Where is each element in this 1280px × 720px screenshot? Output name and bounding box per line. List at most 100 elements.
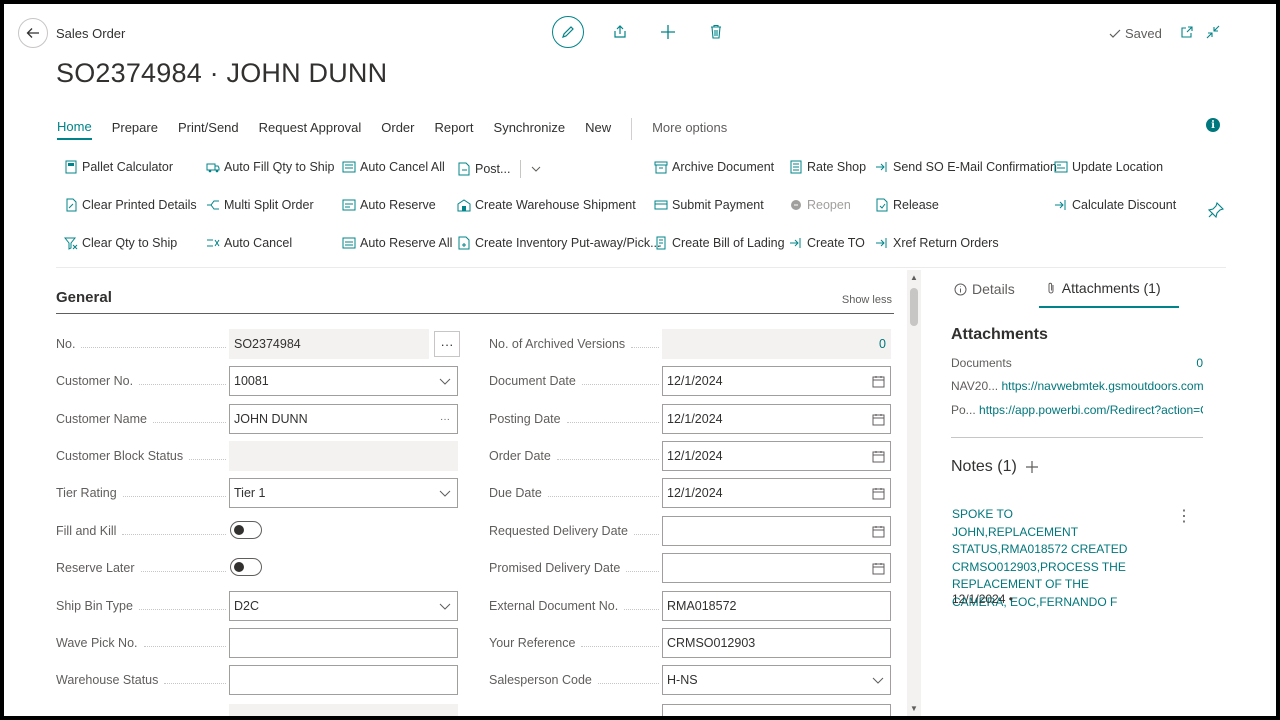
pallet-calculator-action[interactable]: Pallet Calculator: [64, 160, 173, 174]
reopen-action[interactable]: Reopen: [789, 198, 851, 212]
create-inventory-putaway-label: Create Inventory Put-away/Pick...: [475, 236, 661, 250]
clear-filter-icon: [64, 236, 78, 250]
ship-bin-type-select[interactable]: D2C: [229, 591, 458, 621]
customer-name-field[interactable]: JOHN DUNN ···: [229, 404, 458, 434]
xref-return-orders-action[interactable]: Xref Return Orders: [875, 236, 999, 250]
edit-button[interactable]: [552, 16, 584, 48]
field-label-ship-bin-type: Ship Bin Type: [56, 591, 226, 621]
tab-details[interactable]: Details: [950, 274, 1019, 308]
tab-attachments[interactable]: Attachments (1): [1038, 274, 1179, 308]
auto-reserve-action[interactable]: Auto Reserve: [342, 198, 436, 212]
clear-qty-to-ship-action[interactable]: Clear Qty to Ship: [64, 236, 177, 250]
calendar-icon: [870, 485, 886, 501]
tier-rating-select[interactable]: Tier 1: [229, 478, 458, 508]
due-date-field[interactable]: 12/1/2024: [662, 478, 891, 508]
create-warehouse-shipment-action[interactable]: Create Warehouse Shipment: [457, 198, 636, 212]
posting-date-field[interactable]: 12/1/2024: [662, 404, 891, 434]
reserve-all-icon: [342, 236, 356, 250]
submit-payment-action[interactable]: Submit Payment: [654, 198, 764, 212]
order-date-field[interactable]: 12/1/2024: [662, 441, 891, 471]
customer-block-status-field: [229, 441, 458, 471]
reserve-later-toggle[interactable]: [230, 558, 262, 576]
delete-button[interactable]: [704, 20, 728, 44]
no-assist-button[interactable]: ···: [434, 331, 460, 357]
your-reference-field[interactable]: CRMSO012903: [662, 628, 891, 658]
create-bill-of-lading-label: Create Bill of Lading: [672, 236, 785, 250]
wave-pick-no-field[interactable]: [229, 628, 458, 658]
chevron-down-icon[interactable]: [531, 164, 541, 174]
auto-reserve-all-action[interactable]: Auto Reserve All: [342, 236, 452, 250]
fill-and-kill-toggle[interactable]: [230, 521, 262, 539]
discount-arrow-icon: [1054, 198, 1068, 212]
release-action[interactable]: Release: [875, 198, 939, 212]
add-note-icon[interactable]: [1025, 460, 1039, 474]
tab-print-send[interactable]: Print/Send: [178, 120, 239, 139]
update-location-action[interactable]: Update Location: [1054, 160, 1163, 174]
general-section-header: General Show less: [56, 286, 894, 314]
send-so-email-action[interactable]: Send SO E-Mail Confirmation: [875, 160, 1057, 174]
document-edit-icon: [64, 198, 78, 212]
bill-icon: [654, 236, 668, 250]
salesperson-code-select[interactable]: H-NS: [662, 665, 891, 695]
post-action[interactable]: Post...: [457, 160, 541, 178]
back-button[interactable]: [18, 18, 48, 48]
field-label-order-date: Order Date: [489, 441, 659, 471]
chevron-down-icon: [437, 598, 453, 614]
rate-shop-action[interactable]: Rate Shop: [789, 160, 866, 174]
auto-cancel-action[interactable]: Auto Cancel: [206, 236, 292, 250]
documents-count[interactable]: 0: [1196, 356, 1203, 370]
auto-cancel-all-action[interactable]: Auto Cancel All: [342, 160, 445, 174]
scroll-down-icon[interactable]: ▼: [910, 704, 918, 713]
inventory-icon: [457, 236, 471, 250]
tab-request-approval[interactable]: Request Approval: [259, 120, 362, 139]
archive-document-action[interactable]: Archive Document: [654, 160, 774, 174]
share-button[interactable]: [608, 20, 632, 44]
no-field[interactable]: SO2374984: [229, 329, 429, 359]
truck-icon: [206, 160, 220, 174]
check-icon: [1109, 29, 1121, 38]
calculate-discount-action[interactable]: Calculate Discount: [1054, 198, 1176, 212]
tab-synchronize[interactable]: Synchronize: [494, 120, 566, 139]
tab-new[interactable]: New: [585, 120, 611, 139]
info-icon[interactable]: i: [1206, 118, 1220, 132]
tab-prepare[interactable]: Prepare: [112, 120, 158, 139]
create-bill-of-lading-action[interactable]: Create Bill of Lading: [654, 236, 785, 250]
show-less-link[interactable]: Show less: [842, 294, 892, 306]
customer-no-field[interactable]: 10081: [229, 366, 458, 396]
external-document-no-field[interactable]: RMA018572: [662, 591, 891, 621]
multi-split-order-action[interactable]: Multi Split Order: [206, 198, 314, 212]
new-record-button[interactable]: [656, 20, 680, 44]
field-label-due-date: Due Date: [489, 478, 659, 508]
scroll-up-icon[interactable]: ▲: [910, 273, 918, 282]
ellipsis-icon: ···: [440, 413, 450, 425]
tab-report[interactable]: Report: [435, 120, 474, 139]
clear-printed-details-action[interactable]: Clear Printed Details: [64, 198, 197, 212]
collapse-icon[interactable]: [1205, 24, 1221, 40]
auto-fill-qty-action[interactable]: Auto Fill Qty to Ship: [206, 160, 334, 174]
requested-delivery-date-field[interactable]: [662, 516, 891, 546]
auto-reserve-all-label: Auto Reserve All: [360, 236, 453, 250]
calendar-icon: [870, 411, 886, 427]
archive-icon: [654, 160, 668, 174]
paperclip-icon: [1048, 282, 1054, 293]
link2[interactable]: https://app.powerbi.com/Redirect?action=…: [979, 403, 1203, 417]
tab-home[interactable]: Home: [57, 119, 92, 140]
link1-prefix: NAV20...: [951, 379, 999, 393]
scroll-thumb[interactable]: [910, 288, 918, 326]
field-label-fill-and-kill: Fill and Kill: [56, 516, 226, 546]
create-inventory-putaway-action[interactable]: Create Inventory Put-away/Pick...: [457, 236, 661, 250]
warehouse-status-field[interactable]: [229, 665, 458, 695]
create-to-action[interactable]: Create TO: [789, 236, 865, 250]
tab-order[interactable]: Order: [381, 120, 414, 139]
field-label-your-reference: Your Reference: [489, 628, 659, 658]
note-more-options-icon[interactable]: ⋮: [1176, 506, 1192, 526]
document-date-field[interactable]: 12/1/2024: [662, 366, 891, 396]
more-options-button[interactable]: More options: [652, 120, 727, 139]
promised-delivery-date-field[interactable]: [662, 553, 891, 583]
calendar-icon: [870, 523, 886, 539]
link1[interactable]: https://navwebmtek.gsmoutdoors.com:8...: [1001, 379, 1203, 393]
pin-button[interactable]: [1207, 201, 1225, 223]
action-bar: Pallet Calculator Clear Printed Details …: [64, 154, 1225, 264]
open-new-window-icon[interactable]: [1179, 24, 1195, 40]
content-scrollbar[interactable]: ▲ ▼: [907, 270, 921, 716]
